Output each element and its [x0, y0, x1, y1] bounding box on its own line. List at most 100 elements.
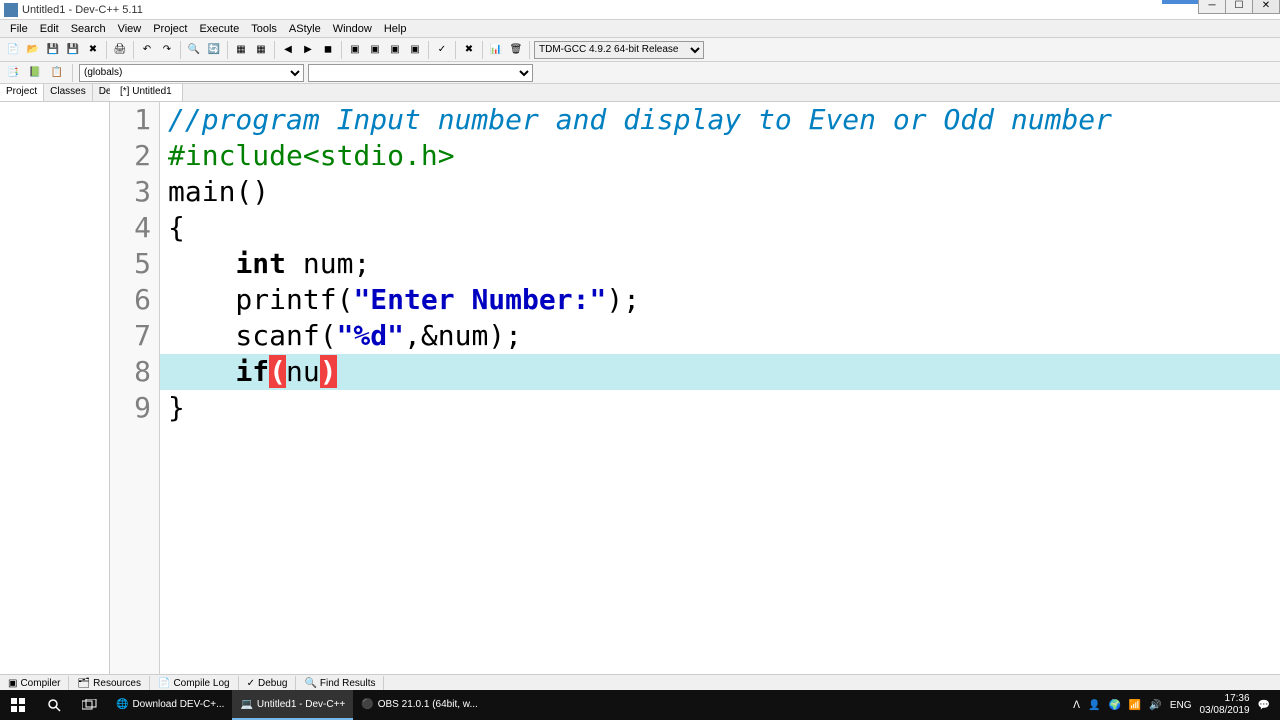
- menu-file[interactable]: File: [4, 21, 34, 37]
- chrome-icon: 🌐: [116, 699, 128, 710]
- tray-clock[interactable]: 17:36 03/08/2019: [1199, 693, 1249, 717]
- code-content[interactable]: //program Input number and display to Ev…: [160, 102, 1280, 674]
- menu-edit[interactable]: Edit: [34, 21, 65, 37]
- editor-area: [*] Untitled1 123456789 //program Input …: [110, 84, 1280, 674]
- side-tabs: Project Classes Debug: [0, 84, 109, 102]
- toolbar-separator: [341, 41, 342, 59]
- undo-icon[interactable]: ↶: [138, 41, 156, 59]
- toolbar-separator: [529, 41, 530, 59]
- goto-icon[interactable]: 📑: [4, 64, 22, 82]
- compiler-selector[interactable]: TDM-GCC 4.9.2 64-bit Release: [534, 41, 704, 59]
- redo-icon[interactable]: ↷: [158, 41, 176, 59]
- save-icon[interactable]: 💾: [44, 41, 62, 59]
- toolbar-separator: [428, 41, 429, 59]
- windows-taskbar: 🌐 Download DEV-C+... 💻 Untitled1 - Dev-C…: [0, 690, 1280, 720]
- app-icon: [4, 3, 18, 17]
- tray-wifi-icon[interactable]: 📶: [1129, 700, 1141, 711]
- functions-combo[interactable]: [308, 64, 533, 82]
- list-icon[interactable]: 📋: [48, 64, 66, 82]
- menu-bar: File Edit Search View Project Execute To…: [0, 20, 1280, 38]
- editor-tab-untitled1[interactable]: [*] Untitled1: [110, 84, 183, 101]
- toolbar-separator: [72, 64, 73, 82]
- toolbar-separator: [133, 41, 134, 59]
- code-editor[interactable]: 123456789 //program Input number and dis…: [110, 102, 1280, 674]
- open-icon[interactable]: 📂: [24, 41, 42, 59]
- line-gutter: 123456789: [110, 102, 160, 674]
- tray-volume-icon[interactable]: 🔊: [1149, 700, 1161, 711]
- new-class-icon[interactable]: 📗: [26, 64, 44, 82]
- tray-people-icon[interactable]: 👤: [1088, 700, 1100, 711]
- start-button[interactable]: [0, 690, 36, 720]
- side-panel: Project Classes Debug: [0, 84, 110, 674]
- tab-classes[interactable]: Classes: [44, 84, 93, 101]
- menu-help[interactable]: Help: [378, 21, 413, 37]
- print-icon[interactable]: 🖨: [111, 41, 129, 59]
- close-button[interactable]: ✕: [1252, 0, 1280, 14]
- minimize-button[interactable]: ─: [1198, 0, 1226, 14]
- compile-run-icon[interactable]: ▣: [386, 41, 404, 59]
- menu-project[interactable]: Project: [147, 21, 193, 37]
- debug-icon: ✓: [247, 678, 255, 689]
- toolbar-separator: [180, 41, 181, 59]
- new-file-icon[interactable]: 📄: [4, 41, 22, 59]
- grid1-icon[interactable]: ▦: [232, 41, 250, 59]
- toolbar-separator: [227, 41, 228, 59]
- debug-icon[interactable]: ✓: [433, 41, 451, 59]
- tab-resources[interactable]: 🗂Resources: [69, 676, 150, 691]
- rebuild-icon[interactable]: ▣: [406, 41, 424, 59]
- tray-earth-icon[interactable]: 🌍: [1108, 700, 1120, 711]
- menu-astyle[interactable]: AStyle: [283, 21, 327, 37]
- window-controls: ─ ☐ ✕: [1199, 0, 1280, 14]
- close-icon[interactable]: ✖: [84, 41, 102, 59]
- task-view-button[interactable]: [72, 690, 108, 720]
- toolbar-separator: [106, 41, 107, 59]
- bookmark-icon[interactable]: ◼: [319, 41, 337, 59]
- compile-icon[interactable]: ▣: [346, 41, 364, 59]
- tab-find-results[interactable]: 🔍Find Results: [296, 676, 384, 691]
- obs-icon: ⚫: [361, 699, 373, 710]
- system-tray: ᐱ 👤 🌍 📶 🔊 ENG 17:36 03/08/2019 💬: [1073, 693, 1280, 717]
- window-title: Untitled1 - Dev-C++ 5.11: [22, 4, 143, 16]
- save-all-icon[interactable]: 💾: [64, 41, 82, 59]
- globals-combo[interactable]: (globals): [79, 64, 304, 82]
- nav-fwd-icon[interactable]: ▶: [299, 41, 317, 59]
- tray-notifications-icon[interactable]: 💬: [1258, 700, 1270, 711]
- taskbar-obs[interactable]: ⚫ OBS 21.0.1 (64bit, w...: [353, 690, 486, 720]
- find-icon[interactable]: 🔍: [185, 41, 203, 59]
- resources-icon: 🗂: [77, 678, 90, 689]
- toolbar-separator: [274, 41, 275, 59]
- nav-toolbar: 📑 📗 📋 (globals): [0, 62, 1280, 84]
- menu-execute[interactable]: Execute: [193, 21, 245, 37]
- tray-chevron-up-icon[interactable]: ᐱ: [1073, 700, 1080, 711]
- grid2-icon[interactable]: ▦: [252, 41, 270, 59]
- taskbar-chrome[interactable]: 🌐 Download DEV-C+...: [108, 690, 232, 720]
- nav-back-icon[interactable]: ◀: [279, 41, 297, 59]
- log-icon: 📄: [158, 678, 170, 689]
- tab-compiler[interactable]: ▣Compiler: [0, 676, 69, 691]
- tray-language[interactable]: ENG: [1170, 700, 1192, 711]
- find-icon: 🔍: [304, 678, 316, 689]
- replace-icon[interactable]: 🔄: [205, 41, 223, 59]
- search-button[interactable]: [36, 690, 72, 720]
- main-toolbar: 📄 📂 💾 💾 ✖ 🖨 ↶ ↷ 🔍 🔄 ▦ ▦ ◀ ▶ ◼ ▣ ▣ ▣ ▣ ✓ …: [0, 38, 1280, 62]
- tab-project[interactable]: Project: [0, 84, 44, 101]
- menu-search[interactable]: Search: [65, 21, 112, 37]
- profile-icon[interactable]: 📊: [487, 41, 505, 59]
- window-titlebar: Untitled1 - Dev-C++ 5.11 ─ ☐ ✕: [0, 0, 1280, 20]
- menu-tools[interactable]: Tools: [245, 21, 283, 37]
- menu-window[interactable]: Window: [327, 21, 378, 37]
- toolbar-separator: [482, 41, 483, 59]
- editor-tabs: [*] Untitled1: [110, 84, 1280, 102]
- devcpp-icon: 💻: [240, 699, 252, 710]
- menu-view[interactable]: View: [112, 21, 148, 37]
- maximize-button[interactable]: ☐: [1225, 0, 1253, 14]
- stop-icon[interactable]: ✖: [460, 41, 478, 59]
- delete-profile-icon[interactable]: 🗑: [507, 41, 525, 59]
- tab-debug-bottom[interactable]: ✓Debug: [239, 676, 297, 691]
- run-icon[interactable]: ▣: [366, 41, 384, 59]
- taskbar-devcpp[interactable]: 💻 Untitled1 - Dev-C++: [232, 690, 353, 720]
- toolbar-separator: [455, 41, 456, 59]
- main-area: Project Classes Debug [*] Untitled1 1234…: [0, 84, 1280, 674]
- compiler-icon: ▣: [8, 678, 17, 689]
- tab-compile-log[interactable]: 📄Compile Log: [150, 676, 239, 691]
